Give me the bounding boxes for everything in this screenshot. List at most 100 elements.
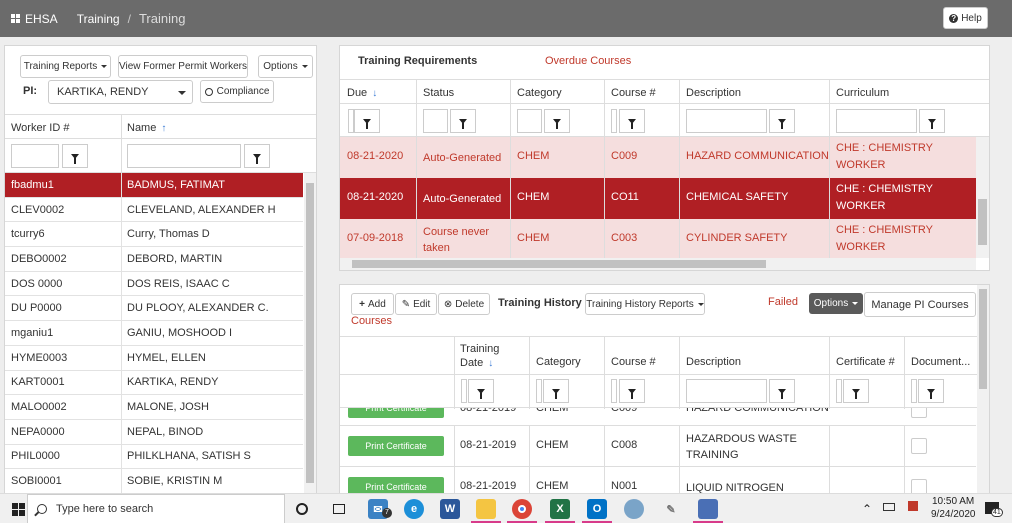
print-certificate-button[interactable]: Print Certificate bbox=[348, 408, 444, 418]
worker-row[interactable]: PHIL0000 PHILKLHANA, SATISH S bbox=[5, 444, 303, 470]
hist-category-filter-button[interactable] bbox=[543, 379, 569, 403]
history-row[interactable]: Print Certificate 08-21-2019 CHEM N001 LIQUI… bbox=[340, 466, 976, 494]
col-header-curriculum[interactable]: Curriculum bbox=[836, 87, 889, 99]
history-row[interactable]: Print Certificate 08-21-2019 CHEM C008 HAZAR… bbox=[340, 425, 976, 467]
worker-row[interactable]: mganiu1 GANIU, MOSHOOD I bbox=[5, 321, 303, 346]
document-checkbox[interactable] bbox=[911, 408, 927, 418]
document-checkbox[interactable] bbox=[911, 438, 927, 454]
category-filter-input[interactable] bbox=[517, 109, 542, 133]
col-header-worker-id[interactable]: Worker ID # bbox=[11, 122, 69, 134]
worker-id-filter-button[interactable] bbox=[62, 144, 88, 168]
requirements-v-scrollbar[interactable] bbox=[976, 137, 989, 258]
col-header-course[interactable]: Course # bbox=[611, 87, 656, 99]
chrome-icon[interactable] bbox=[512, 499, 532, 519]
history-options-button[interactable]: Options bbox=[809, 293, 863, 314]
history-v-thumb[interactable] bbox=[979, 289, 987, 389]
date-filter-button[interactable] bbox=[468, 379, 494, 403]
category-filter-button[interactable] bbox=[544, 109, 570, 133]
cortana-icon[interactable] bbox=[292, 499, 312, 519]
task-view-icon[interactable] bbox=[329, 499, 349, 519]
history-row-partial[interactable]: Print Certificate 08-21-2019 CHEM C009 HAZAR… bbox=[340, 408, 976, 424]
failed-courses-link-cont[interactable]: Courses bbox=[351, 315, 392, 327]
worker-row[interactable]: NEPA0000 NEPAL, BINOD bbox=[5, 419, 303, 445]
certificate-filter-input[interactable] bbox=[836, 379, 842, 403]
document-filter-input[interactable] bbox=[911, 379, 917, 403]
col-header-category[interactable]: Category bbox=[517, 87, 562, 99]
name-filter-button[interactable] bbox=[244, 144, 270, 168]
compliance-button[interactable]: Compliance bbox=[200, 80, 274, 103]
course-filter-input[interactable] bbox=[611, 109, 617, 133]
options-button[interactable]: Options bbox=[258, 55, 313, 78]
taskbar-search-input[interactable]: Type here to search bbox=[27, 494, 285, 523]
hist-course-filter-button[interactable] bbox=[619, 379, 645, 403]
worker-row[interactable]: DEBO0002 DEBORD, MARTIN bbox=[5, 247, 303, 272]
col-header-status[interactable]: Status bbox=[423, 87, 454, 99]
document-filter-button[interactable] bbox=[918, 379, 944, 403]
requirements-v-thumb[interactable] bbox=[978, 199, 987, 245]
training-reports-button[interactable]: Training Reports bbox=[20, 55, 111, 78]
hist-course-filter-input[interactable] bbox=[611, 379, 617, 403]
hist-description-filter-button[interactable] bbox=[769, 379, 795, 403]
failed-courses-link[interactable]: Failed bbox=[768, 296, 798, 308]
col-header-description[interactable]: Description bbox=[686, 87, 741, 99]
name-filter-input[interactable] bbox=[127, 144, 241, 168]
brand-home-link[interactable]: EHSA bbox=[11, 12, 58, 26]
description-filter-button[interactable] bbox=[769, 109, 795, 133]
worker-scrollbar-thumb[interactable] bbox=[306, 183, 314, 483]
col-header-certificate[interactable]: Certificate # bbox=[836, 356, 895, 368]
print-certificate-button[interactable]: Print Certificate bbox=[348, 436, 444, 456]
hist-category-filter-input[interactable] bbox=[536, 379, 542, 403]
hist-description-filter-input[interactable] bbox=[686, 379, 767, 403]
breadcrumb-training[interactable]: Training bbox=[77, 12, 120, 26]
worker-row[interactable]: MALO0002 MALONE, JOSH bbox=[5, 395, 303, 420]
worker-row[interactable]: DOS 0000 DOS REIS, ISAAC C bbox=[5, 271, 303, 297]
requirements-h-scrollbar[interactable] bbox=[340, 258, 976, 270]
pi-select[interactable]: KARTIKA, RENDY bbox=[48, 80, 193, 104]
col-header-due[interactable]: Due ↓ bbox=[347, 87, 377, 99]
worker-row[interactable]: SOBI0001 SOBIE, KRISTIN M bbox=[5, 469, 303, 494]
curriculum-filter-button[interactable] bbox=[919, 109, 945, 133]
col-header-description[interactable]: Description bbox=[686, 356, 741, 368]
history-reports-button[interactable]: Training History Reports bbox=[585, 293, 705, 315]
delete-button[interactable]: ⊗ Delete bbox=[438, 293, 490, 315]
file-explorer-icon[interactable] bbox=[476, 499, 496, 519]
add-button[interactable]: + Add bbox=[351, 293, 394, 315]
status-filter-input[interactable] bbox=[423, 109, 448, 133]
network-app-icon[interactable] bbox=[698, 499, 718, 519]
col-header-training-date[interactable]: Training Date ↓ bbox=[460, 342, 499, 371]
worker-id-filter-input[interactable] bbox=[11, 144, 59, 168]
description-filter-input[interactable] bbox=[686, 109, 767, 133]
course-filter-button[interactable] bbox=[619, 109, 645, 133]
due-filter-button[interactable] bbox=[354, 109, 380, 133]
overdue-courses-link[interactable]: Overdue Courses bbox=[545, 55, 631, 67]
worker-row[interactable]: KART0001 KARTIKA, RENDY bbox=[5, 370, 303, 396]
edit-button[interactable]: ✎ Edit bbox=[395, 293, 437, 315]
edge-icon[interactable]: e bbox=[404, 499, 424, 519]
worker-row[interactable]: tcurry6 Curry, Thomas D bbox=[5, 222, 303, 248]
status-filter-button[interactable] bbox=[450, 109, 476, 133]
col-header-course[interactable]: Course # bbox=[611, 356, 656, 368]
worker-scrollbar[interactable] bbox=[304, 173, 316, 494]
outlook-icon[interactable]: O bbox=[587, 499, 607, 519]
battery-icon[interactable] bbox=[883, 503, 895, 511]
worker-row[interactable]: DU P0000 DU PLOOY, ALEXANDER C. bbox=[5, 296, 303, 322]
history-v-scrollbar[interactable] bbox=[977, 285, 989, 494]
certificate-filter-button[interactable] bbox=[843, 379, 869, 403]
manage-pi-courses-button[interactable]: Manage PI Courses bbox=[864, 292, 976, 317]
requirement-row[interactable]: 07-09-2018 Course never taken CHEM C003 CYLIN… bbox=[340, 219, 976, 260]
help-button[interactable]: ? Help bbox=[943, 7, 988, 29]
worker-row[interactable]: CLEV0002 CLEVELAND, ALEXANDER H bbox=[5, 197, 303, 223]
worker-row[interactable]: HYME0003 HYMEL, ELLEN bbox=[5, 345, 303, 371]
globe-app-icon[interactable] bbox=[624, 499, 644, 519]
excel-icon[interactable]: X bbox=[550, 499, 570, 519]
clock-time[interactable]: 10:50 AM bbox=[932, 496, 974, 507]
security-tray-icon[interactable] bbox=[908, 501, 918, 511]
requirement-row[interactable]: 08-21-2020 Auto-Generated CHEM C009 HAZARD C… bbox=[340, 137, 976, 178]
view-former-workers-button[interactable]: View Former Permit Workers bbox=[118, 55, 248, 78]
col-header-document[interactable]: Document... bbox=[911, 356, 970, 368]
curriculum-filter-input[interactable] bbox=[836, 109, 917, 133]
requirements-h-thumb[interactable] bbox=[352, 260, 766, 268]
clock-date[interactable]: 9/24/2020 bbox=[931, 509, 976, 520]
worker-row[interactable]: fbadmu1 BADMUS, FATIMAT bbox=[5, 173, 303, 198]
col-header-category[interactable]: Category bbox=[536, 356, 581, 368]
